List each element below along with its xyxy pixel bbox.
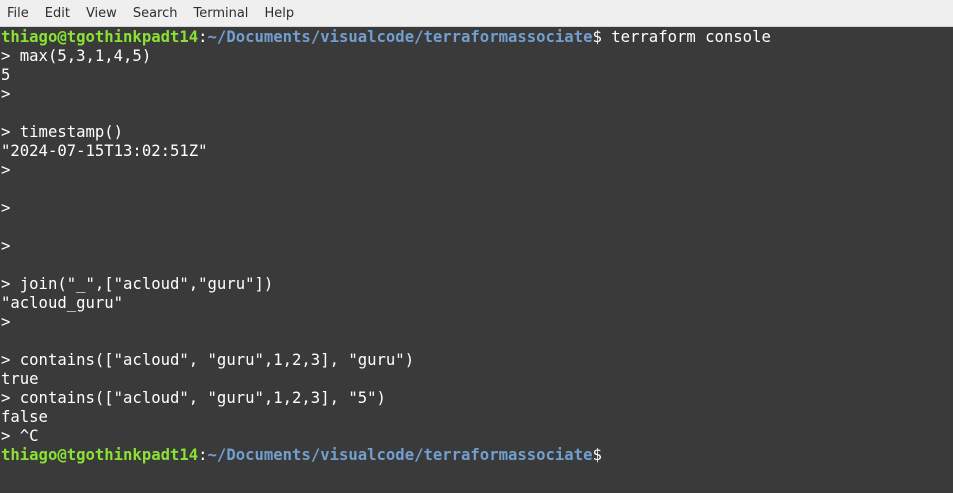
prompt-separator: : [198,446,208,464]
output-line: > join("_",["acloud","guru"]) [1,275,274,293]
output-line: false [1,408,48,426]
output-line: 5 [1,66,11,84]
output-line: true [1,370,39,388]
output-line: > [1,199,11,217]
terminal-window: File Edit View Search Terminal Help thia… [0,0,953,493]
menu-terminal[interactable]: Terminal [185,0,256,27]
menu-view[interactable]: View [78,0,125,27]
menu-help[interactable]: Help [256,0,302,27]
menu-file[interactable]: File [0,0,37,27]
terminal-output[interactable]: thiago@tgothinkpadt14:~/Documents/visual… [0,27,953,493]
output-line: > [1,85,11,103]
menu-edit[interactable]: Edit [37,0,78,27]
menu-bar: File Edit View Search Terminal Help [0,0,953,27]
output-line: > ^C [1,427,39,445]
prompt-user-host: thiago@tgothinkpadt14 [1,446,199,464]
output-line: > contains(["acloud", "guru",1,2,3], "5"… [1,389,386,407]
menu-search[interactable]: Search [125,0,186,27]
prompt-separator: : [198,28,208,46]
output-line: > [1,237,11,255]
output-line: "acloud_guru" [1,294,124,312]
prompt-line: thiago@tgothinkpadt14:~/Documents/visual… [1,446,602,465]
output-line: > max(5,3,1,4,5) [1,47,152,65]
prompt-path: ~/Documents/visualcode/terraformassociat… [207,446,593,464]
output-line: > timestamp() [1,123,124,141]
command-text: terraform console [601,28,771,46]
prompt-user-host: thiago@tgothinkpadt14 [1,28,199,46]
output-line: > [1,161,11,179]
prompt-symbol: $ [592,28,602,46]
prompt-path: ~/Documents/visualcode/terraformassociat… [207,28,593,46]
prompt-line: thiago@tgothinkpadt14:~/Documents/visual… [1,28,771,47]
output-line: > contains(["acloud", "guru",1,2,3], "gu… [1,351,415,369]
output-line: "2024-07-15T13:02:51Z" [1,142,208,160]
prompt-symbol: $ [592,446,602,464]
output-line: > [1,313,11,331]
